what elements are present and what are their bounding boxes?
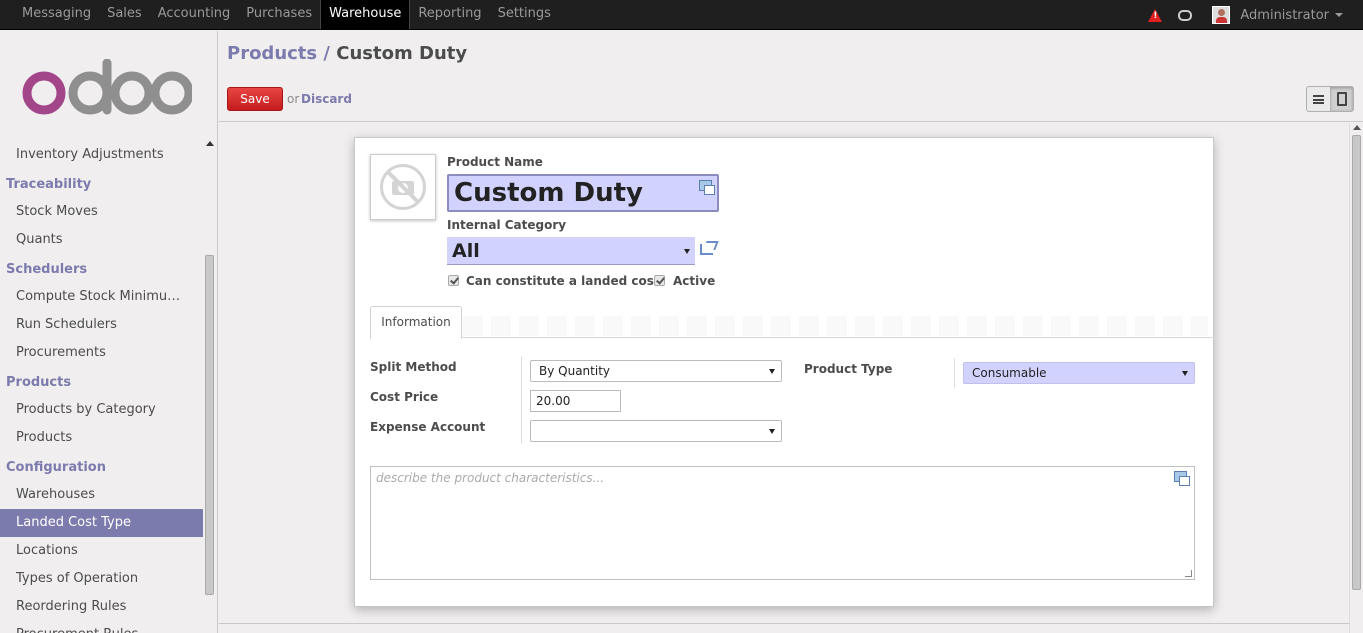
form-sheet: Product Name Custom Duty Internal Catego… — [354, 137, 1215, 607]
list-icon — [1313, 94, 1324, 104]
dropdown-arrow-icon — [769, 429, 775, 434]
split-method-select[interactable]: By Quantity — [530, 360, 782, 382]
sidebar-scroll-thumb[interactable] — [205, 255, 214, 595]
split-method-label: Split Method — [370, 360, 457, 374]
menu-reporting[interactable]: Reporting — [410, 0, 489, 28]
dropdown-arrow-icon — [684, 249, 690, 254]
sidebar-item-locations[interactable]: Locations — [0, 537, 203, 565]
translate-icon[interactable] — [1174, 471, 1190, 486]
sidebar-menu: Inventory Adjustments Traceability Stock… — [0, 141, 203, 633]
expense-account-label: Expense Account — [370, 420, 486, 434]
sidebar-item-stock-moves[interactable]: Stock Moves — [0, 198, 203, 226]
sidebar-item-landed-cost-type[interactable]: Landed Cost Type — [0, 509, 203, 537]
product-type-select[interactable]: Consumable — [963, 362, 1195, 384]
user-menu[interactable]: Administrator — [1240, 8, 1329, 23]
dropdown-arrow-icon — [769, 369, 775, 374]
landed-cost-checkbox[interactable] — [448, 275, 459, 286]
scroll-up-icon[interactable] — [1353, 125, 1361, 130]
landed-cost-label: Can constitute a landed cost — [466, 274, 660, 288]
view-switcher — [1306, 86, 1354, 112]
active-checkbox[interactable] — [654, 275, 665, 286]
field-separator — [954, 358, 955, 388]
list-view-button[interactable] — [1307, 87, 1330, 111]
control-panel: Products / Custom Duty Save or Discard — [219, 31, 1363, 122]
sidebar-item-products[interactable]: Products — [0, 424, 203, 452]
form-icon — [1336, 92, 1347, 106]
product-name-input[interactable]: Custom Duty — [447, 174, 719, 212]
form-view-button[interactable] — [1330, 87, 1353, 111]
sidebar-item-quants[interactable]: Quants — [0, 226, 203, 254]
internal-category-label: Internal Category — [447, 218, 567, 232]
menu-warehouse[interactable]: Warehouse — [320, 0, 411, 29]
external-link-icon[interactable] — [700, 241, 716, 255]
or-text: or — [287, 92, 300, 106]
sidebar: Inventory Adjustments Traceability Stock… — [0, 31, 218, 633]
menu-sales[interactable]: Sales — [99, 0, 150, 28]
content-scrollbar[interactable] — [1349, 123, 1363, 633]
warning-icon[interactable] — [1148, 8, 1163, 22]
breadcrumb-products[interactable]: Products — [227, 43, 317, 64]
sidebar-item-warehouses[interactable]: Warehouses — [0, 481, 203, 509]
sidebar-item-procurement-rules[interactable]: Procurement Rules — [0, 621, 203, 633]
breadcrumb-separator: / — [323, 43, 330, 64]
translate-icon[interactable] — [699, 180, 715, 195]
sidebar-item-inventory-adjustments[interactable]: Inventory Adjustments — [0, 141, 203, 169]
breadcrumb-current: Custom Duty — [336, 43, 468, 64]
sidebar-section-schedulers: Schedulers — [6, 262, 88, 277]
description-placeholder: describe the product characteristics... — [376, 471, 605, 485]
dropdown-arrow-icon — [1182, 371, 1188, 376]
chevron-down-icon[interactable] — [1335, 13, 1343, 17]
product-name-label: Product Name — [447, 155, 543, 169]
tab-information[interactable]: Information — [370, 306, 462, 339]
split-method-value: By Quantity — [539, 364, 611, 378]
cost-price-input[interactable]: 20.00 — [530, 390, 621, 412]
odoo-logo[interactable] — [22, 59, 192, 115]
field-separator — [521, 356, 522, 444]
sidebar-section-products: Products — [6, 375, 72, 390]
tabs-divider — [370, 337, 1215, 338]
description-textarea[interactable]: describe the product characteristics... — [370, 466, 1195, 580]
sidebar-section-configuration: Configuration — [6, 460, 106, 475]
product-type-label: Product Type — [804, 362, 893, 376]
cost-price-label: Cost Price — [370, 390, 439, 404]
top-menu: Messaging Sales Accounting Purchases War… — [14, 0, 559, 30]
sidebar-item-run-schedulers[interactable]: Run Schedulers — [0, 311, 203, 339]
menu-accounting[interactable]: Accounting — [150, 0, 239, 28]
no-image-icon — [380, 164, 426, 210]
product-image[interactable] — [370, 154, 436, 220]
resize-handle[interactable] — [1185, 570, 1192, 577]
product-type-value: Consumable — [972, 366, 1047, 380]
expense-account-select[interactable] — [530, 420, 782, 442]
sidebar-scrollbar[interactable] — [203, 131, 216, 633]
sidebar-item-reordering-rules[interactable]: Reordering Rules — [0, 593, 203, 621]
discard-button[interactable]: Discard — [301, 92, 352, 106]
chat-icon[interactable] — [1178, 9, 1193, 21]
menu-purchases[interactable]: Purchases — [238, 0, 320, 28]
sidebar-item-products-by-category[interactable]: Products by Category — [0, 396, 203, 424]
sidebar-item-types-of-operation[interactable]: Types of Operation — [0, 565, 203, 593]
internal-category-value: All — [452, 240, 480, 262]
avatar[interactable] — [1212, 6, 1231, 24]
top-bar: Messaging Sales Accounting Purchases War… — [0, 0, 1363, 30]
internal-category-select[interactable]: All — [447, 237, 695, 265]
footer-divider — [219, 623, 1349, 624]
tab-bar-background — [463, 316, 1208, 336]
scroll-up-icon[interactable] — [206, 141, 214, 146]
breadcrumb: Products / Custom Duty — [227, 43, 467, 64]
active-label: Active — [673, 274, 716, 288]
sidebar-section-traceability: Traceability — [6, 177, 92, 192]
form-view: Product Name Custom Duty Internal Catego… — [219, 123, 1349, 633]
content-scroll-thumb[interactable] — [1352, 135, 1361, 590]
menu-settings[interactable]: Settings — [490, 0, 559, 28]
top-right-tools: Administrator — [1148, 0, 1343, 30]
sidebar-item-compute-stock-minimum[interactable]: Compute Stock Minimu… — [0, 283, 203, 311]
save-button[interactable]: Save — [227, 87, 283, 111]
sidebar-item-procurements[interactable]: Procurements — [0, 339, 203, 367]
menu-messaging[interactable]: Messaging — [14, 0, 99, 28]
